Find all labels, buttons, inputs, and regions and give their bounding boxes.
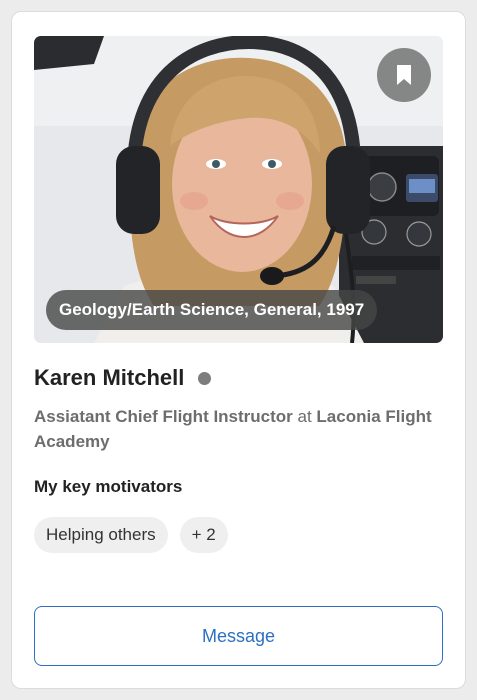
motivator-chip: Helping others bbox=[34, 517, 168, 553]
motivators-title: My key motivators bbox=[34, 477, 183, 496]
profile-photo: Geology/Earth Science, General, 1997 bbox=[34, 36, 443, 343]
status-indicator bbox=[198, 371, 212, 385]
name-row: Karen Mitchell bbox=[34, 365, 212, 391]
bookmark-button[interactable] bbox=[377, 48, 431, 102]
message-button[interactable]: Message bbox=[34, 606, 443, 666]
job-title: Assiatant Chief Flight Instructor at Lac… bbox=[34, 404, 434, 454]
role-connector: at bbox=[292, 407, 317, 426]
degree-badge: Geology/Earth Science, General, 1997 bbox=[46, 290, 378, 330]
motivator-chips: Helping others + 2 bbox=[34, 517, 228, 553]
role-title: Assiatant Chief Flight Instructor bbox=[34, 407, 293, 426]
more-motivators-chip[interactable]: + 2 bbox=[179, 517, 228, 553]
profile-card: Geology/Earth Science, General, 1997 Kar… bbox=[11, 11, 466, 689]
profile-name: Karen Mitchell bbox=[34, 365, 185, 390]
bookmark-icon bbox=[397, 65, 411, 85]
